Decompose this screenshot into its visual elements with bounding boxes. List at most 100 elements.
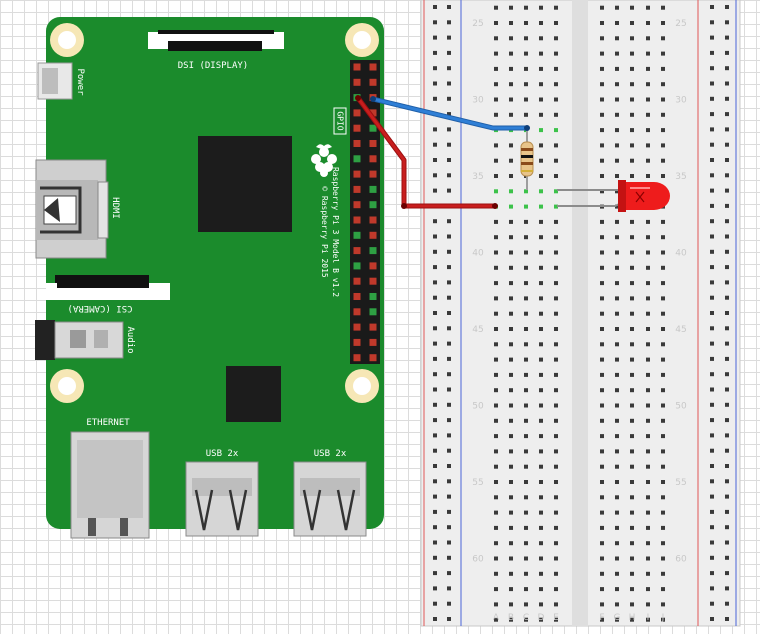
breadboard-hole [615,327,619,331]
gpio-pin [369,262,377,270]
column-letter: B [508,613,514,623]
breadboard-hole [509,571,513,576]
rail-hole [433,464,437,468]
breadboard-hole [524,5,528,10]
rail-hole [710,356,714,361]
breadboard-hole [524,51,528,56]
breadboard-hole [646,158,650,163]
breadboard-hole [509,327,513,331]
breadboard-hole [494,403,498,408]
breadboard-hole [524,541,528,546]
breadboard-hole [600,112,604,117]
breadboard-hole [615,97,619,102]
breadboard-hole [600,434,604,439]
gpio-pin [369,201,377,209]
breadboard-hole [646,112,650,117]
breadboard-hole [554,21,558,25]
breadboard-hole [630,235,634,240]
breadboard-hole [661,128,665,133]
breadboard-hole [524,327,528,331]
rail-hole [447,555,451,560]
breadboard-hole [494,250,498,255]
breadboard-hole [615,357,619,362]
rail-hole [710,601,714,606]
breadboard-hole [600,571,604,576]
breadboard-hole [630,525,634,530]
breadboard-hole [615,434,619,439]
rail-hole [710,203,714,208]
breadboard-hole [646,587,650,592]
rail-hole [710,525,714,530]
rail-hole [710,249,714,254]
breadboard-hole [600,403,604,408]
rail-hole [447,158,451,162]
breadboard-hole [554,602,558,607]
breadboard-hole [646,327,650,331]
breadboard-hole [554,311,558,316]
column-letter: D [538,613,545,623]
breadboard-hole [615,311,619,316]
breadboard-hole [539,403,543,408]
rail-hole [710,112,714,117]
breadboard-hole [509,388,513,393]
breadboard-hole [661,21,665,25]
breadboard-hole [600,464,604,469]
breadboard-hole [661,525,665,530]
breadboard-hole [661,418,665,423]
rail-hole [725,571,729,576]
breadboard-hole [661,250,665,255]
rail-hole [447,525,451,530]
breadboard-hole [554,265,558,270]
breadboard-hole [539,219,543,224]
breadboard-hole [600,541,604,546]
breadboard-hole [554,510,558,515]
gpio-pin [353,277,361,285]
breadboard-hole [524,265,528,270]
breadboard-hole [646,602,650,607]
column-letter: E [553,613,559,623]
breadboard-hole [554,51,558,56]
breadboard-hole [554,66,558,71]
rail-hole [710,617,714,621]
breadboard-hole [646,5,650,10]
breadboard-hole [494,174,498,178]
breadboard-hole [630,388,634,393]
breadboard-hole [600,21,604,25]
rail-hole [447,66,451,71]
breadboard-hole [630,372,634,377]
breadboard: 25 25 30 30 35 35 40 40 45 45 50 50 55 55 60 60 ABCDE FG… [420,0,741,627]
breadboard-hole [524,311,528,316]
breadboard-hole [615,235,619,240]
breadboard-hole [646,281,650,286]
rail-hole [725,249,729,254]
breadboard-hole [646,51,650,56]
rail-hole [433,5,437,9]
breadboard-hole [661,495,665,500]
breadboard-hole [539,357,543,362]
breadboard-hole [661,464,665,469]
gpio-pin [353,78,361,86]
breadboard-hole [615,464,619,469]
rail-hole [433,387,437,392]
breadboard-hole [661,327,665,331]
breadboard-hole [630,495,634,500]
rail-hole [447,173,451,178]
breadboard-hole [554,219,558,224]
breadboard-hole [615,602,619,607]
row-number: 35 [472,172,483,182]
gpio-pin [353,338,361,346]
breadboard-hole [539,510,543,515]
rail-hole [725,341,729,346]
copyright-label: © Raspberry Pi 2015 [320,186,329,278]
breadboard-hole [539,480,543,484]
breadboard-hole [646,464,650,469]
rail-hole [433,341,437,346]
breadboard-hole [646,525,650,530]
breadboard-hole [524,250,528,255]
breadboard-hole [509,36,513,41]
gpio-pin [353,185,361,193]
rail-hole [447,265,451,270]
row-number: 50 [472,402,484,412]
breadboard-hole [509,372,513,377]
breadboard-hole [646,480,650,484]
